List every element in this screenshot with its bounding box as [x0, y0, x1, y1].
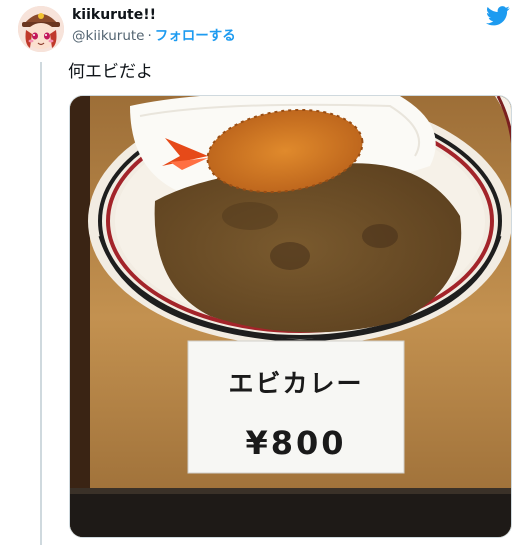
separator-dot: · [147, 28, 152, 44]
sign-price: ¥800 [245, 424, 346, 462]
user-handle[interactable]: @kiikurute [72, 28, 144, 44]
tweet-text: 何エビだよ [68, 62, 153, 82]
thread-line [40, 62, 42, 545]
tweet-card: kiikurute!! @kiikurute · フォローする 何エビだよ エビ… [0, 0, 528, 545]
sign-name: エビカレー [228, 369, 363, 398]
author-meta: @kiikurute · フォローする [72, 27, 236, 45]
author-block: kiikurute!! @kiikurute · フォローする [72, 6, 236, 45]
display-name[interactable]: kiikurute!! [72, 6, 236, 24]
twitter-bird-icon[interactable] [486, 6, 510, 26]
follow-button[interactable]: フォローする [155, 28, 236, 44]
tweet-photo[interactable]: エビカレー ¥800 [69, 95, 512, 538]
avatar[interactable] [18, 6, 64, 52]
